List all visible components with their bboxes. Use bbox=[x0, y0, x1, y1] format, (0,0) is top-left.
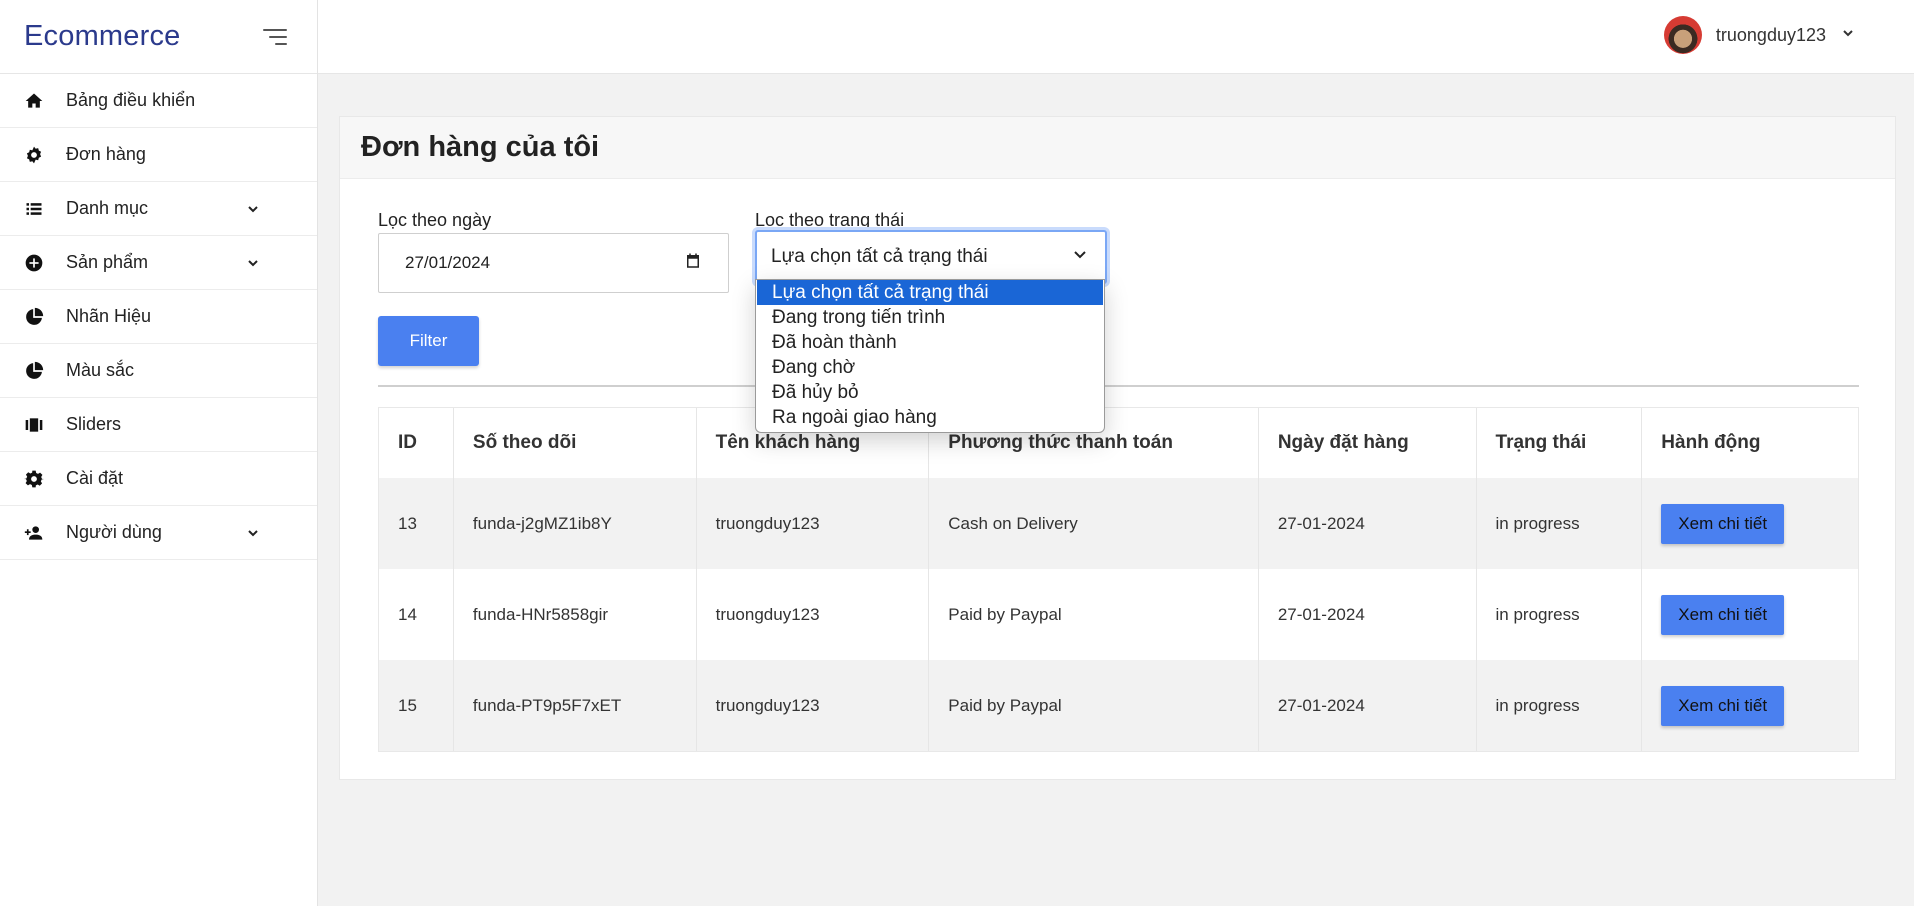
menu-toggle-icon[interactable] bbox=[261, 27, 287, 47]
sidebar-item-dashboard[interactable]: Bảng điều khiển bbox=[0, 74, 317, 128]
sidebar-item-label: Bảng điều khiển bbox=[66, 90, 196, 110]
sidebar-item-categories[interactable]: Danh mục bbox=[0, 182, 317, 236]
column-header: ID bbox=[379, 408, 454, 478]
sidebar-item-label: Đơn hàng bbox=[66, 144, 146, 164]
chevron-down-icon[interactable] bbox=[245, 255, 261, 271]
table-header-row: ID Số theo dõi Tên khách hàng Phương thứ… bbox=[379, 408, 1858, 478]
user-add-icon bbox=[22, 521, 46, 545]
tracking-number: funda-HNr5858gir bbox=[454, 569, 697, 660]
topbar: truongduy123 bbox=[318, 0, 1914, 74]
card-header: Đơn hàng của tôi bbox=[340, 117, 1895, 179]
sidebar-item-settings[interactable]: Cài đặt bbox=[0, 452, 317, 506]
status-option-completed[interactable]: Đã hoàn thành bbox=[757, 330, 1103, 355]
filter-button[interactable]: Filter bbox=[378, 316, 479, 366]
brand-logo-text[interactable]: Ecommerce bbox=[24, 20, 181, 53]
chevron-down-icon[interactable] bbox=[1840, 25, 1856, 46]
status-option-in-progress[interactable]: Đang trong tiến trình bbox=[757, 305, 1103, 330]
status-filter-label: Lọc theo trạng thái bbox=[755, 210, 905, 230]
order-id: 14 bbox=[379, 569, 454, 660]
status-filter-select[interactable]: Lựa chọn tất cả trạng thái bbox=[755, 230, 1107, 284]
view-details-button[interactable]: Xem chi tiết bbox=[1661, 503, 1785, 544]
order-date: 27-01-2024 bbox=[1259, 660, 1477, 751]
chevron-down-icon[interactable] bbox=[245, 201, 261, 217]
date-filter-label: Lọc theo ngày bbox=[378, 210, 492, 230]
avatar[interactable] bbox=[1663, 16, 1702, 54]
date-filter-input[interactable]: 27/01/2024 bbox=[378, 233, 729, 293]
date-filter-value: 27/01/2024 bbox=[405, 253, 491, 272]
customer-name: truongduy123 bbox=[697, 660, 930, 751]
sidebar-item-label: Sliders bbox=[66, 414, 122, 434]
status-option-pending[interactable]: Đang chờ bbox=[757, 355, 1103, 380]
status-option-cancelled[interactable]: Đã hủy bỏ bbox=[757, 380, 1103, 405]
sidebar-item-brands[interactable]: Nhãn Hiệu bbox=[0, 290, 317, 344]
page-title: Đơn hàng của tôi bbox=[361, 131, 600, 163]
status-option-out-for-delivery[interactable]: Ra ngoài giao hàng bbox=[757, 405, 1103, 430]
chevron-down-icon[interactable] bbox=[245, 525, 261, 541]
username: truongduy123 bbox=[1715, 24, 1826, 45]
status-option-all[interactable]: Lựa chọn tất cả trạng thái bbox=[757, 280, 1103, 305]
action-cell: Xem chi tiết bbox=[1642, 660, 1858, 751]
status-filter-value: Lựa chọn tất cả trạng thái bbox=[771, 246, 988, 267]
tracking-number: funda-PT9p5F7xET bbox=[454, 660, 697, 751]
sidebar-item-label: Danh mục bbox=[66, 198, 149, 218]
gear-badge-icon bbox=[22, 143, 46, 167]
column-header: Số theo dõi bbox=[454, 408, 697, 478]
sidebar-item-colors[interactable]: Màu sắc bbox=[0, 344, 317, 398]
payment-method: Cash on Delivery bbox=[929, 478, 1259, 569]
order-date: 27-01-2024 bbox=[1259, 569, 1477, 660]
sidebar: Ecommerce Bảng điều khiển Đơn hàng Danh … bbox=[0, 0, 318, 906]
brand-bar: Ecommerce bbox=[0, 0, 317, 74]
sidebar-item-sliders[interactable]: Sliders bbox=[0, 398, 317, 452]
sidebar-item-label: Nhãn Hiệu bbox=[66, 306, 152, 326]
home-icon bbox=[22, 89, 46, 113]
slider-icon bbox=[22, 413, 46, 437]
calendar-icon[interactable] bbox=[684, 252, 702, 275]
payment-method: Paid by Paypal bbox=[929, 569, 1259, 660]
order-status: in progress bbox=[1477, 569, 1643, 660]
orders-card: Đơn hàng của tôi Lọc theo ngày 27/01/202… bbox=[339, 116, 1896, 780]
pie-icon bbox=[22, 305, 46, 329]
chevron-down-icon bbox=[1071, 245, 1089, 269]
column-header: Hành động bbox=[1661, 432, 1761, 453]
sidebar-item-products[interactable]: Sản phẩm bbox=[0, 236, 317, 290]
column-header: Ngày đặt hàng bbox=[1259, 408, 1477, 478]
orders-table: ID Số theo dõi Tên khách hàng Phương thứ… bbox=[378, 407, 1859, 752]
view-details-button[interactable]: Xem chi tiết bbox=[1661, 685, 1785, 726]
sidebar-item-label: Cài đặt bbox=[66, 468, 124, 488]
table-row: 14 funda-HNr5858gir truongduy123 Paid by… bbox=[379, 569, 1858, 660]
tracking-number: funda-j2gMZ1ib8Y bbox=[454, 478, 697, 569]
divider bbox=[378, 385, 1859, 387]
status-dropdown-list: Lựa chọn tất cả trạng thái Đang trong ti… bbox=[755, 279, 1105, 433]
order-status: in progress bbox=[1477, 660, 1643, 751]
table-row: 15 funda-PT9p5F7xET truongduy123 Paid by… bbox=[379, 660, 1858, 751]
sidebar-item-label: Người dùng bbox=[66, 522, 162, 542]
action-cell: Xem chi tiết bbox=[1642, 569, 1858, 660]
order-id: 15 bbox=[379, 660, 454, 751]
payment-method: Paid by Paypal bbox=[929, 660, 1259, 751]
pie-icon bbox=[22, 359, 46, 383]
customer-name: truongduy123 bbox=[697, 569, 930, 660]
sidebar-item-users[interactable]: Người dùng bbox=[0, 506, 317, 560]
customer-name: truongduy123 bbox=[697, 478, 930, 569]
column-header: Trạng thái bbox=[1477, 408, 1643, 478]
user-menu[interactable]: truongduy123 bbox=[1663, 16, 1856, 54]
sidebar-item-orders[interactable]: Đơn hàng bbox=[0, 128, 317, 182]
sidebar-item-label: Màu sắc bbox=[66, 360, 135, 380]
plus-circle-icon bbox=[22, 251, 46, 275]
order-date: 27-01-2024 bbox=[1259, 478, 1477, 569]
table-row: 13 funda-j2gMZ1ib8Y truongduy123 Cash on… bbox=[379, 478, 1858, 569]
list-icon bbox=[22, 197, 46, 221]
sidebar-item-label: Sản phẩm bbox=[66, 252, 149, 272]
order-status: in progress bbox=[1477, 478, 1643, 569]
gear-icon bbox=[22, 467, 46, 491]
order-id: 13 bbox=[379, 478, 454, 569]
view-details-button[interactable]: Xem chi tiết bbox=[1661, 594, 1785, 635]
action-cell: Xem chi tiết bbox=[1642, 478, 1858, 569]
